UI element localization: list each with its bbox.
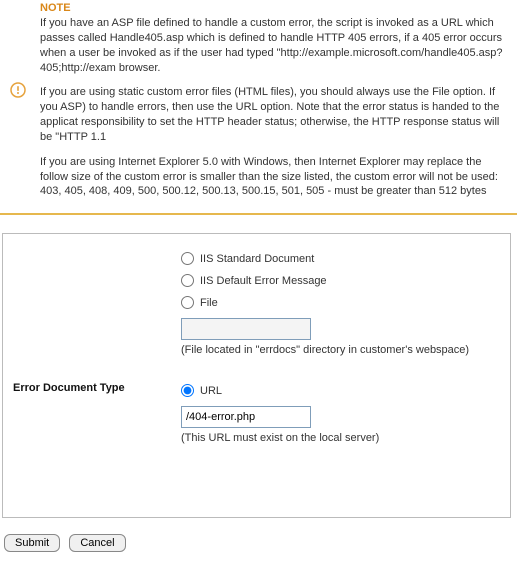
radio-url[interactable] xyxy=(181,384,194,397)
url-input[interactable] xyxy=(181,406,311,428)
error-document-type-label: Error Document Type xyxy=(13,252,181,394)
radio-url-label: URL xyxy=(200,385,222,397)
radio-file-label: File xyxy=(200,297,218,309)
radio-default[interactable] xyxy=(181,274,194,287)
warning-icon xyxy=(10,82,26,98)
radio-row-url[interactable]: URL xyxy=(181,384,500,397)
file-input[interactable] xyxy=(181,318,311,340)
radio-row-file[interactable]: File xyxy=(181,296,500,309)
note-paragraph-1: If you have an ASP file defined to handl… xyxy=(40,16,509,75)
radio-default-label: IIS Default Error Message xyxy=(200,275,327,287)
note-paragraph-2: If you are using static custom error fil… xyxy=(40,85,509,144)
radio-standard[interactable] xyxy=(181,252,194,265)
note-paragraph-3: If you are using Internet Explorer 5.0 w… xyxy=(40,155,509,200)
radio-row-default[interactable]: IIS Default Error Message xyxy=(181,274,500,287)
radio-file[interactable] xyxy=(181,296,194,309)
url-hint: (This URL must exist on the local server… xyxy=(181,432,500,444)
radio-standard-label: IIS Standard Document xyxy=(200,253,314,265)
radio-row-standard[interactable]: IIS Standard Document xyxy=(181,252,500,265)
submit-button[interactable]: Submit xyxy=(4,534,60,552)
note-heading: NOTE xyxy=(40,2,509,14)
form-container: Error Document Type IIS Standard Documen… xyxy=(2,233,511,518)
file-hint: (File located in "errdocs" directory in … xyxy=(181,344,500,356)
cancel-button[interactable]: Cancel xyxy=(69,534,125,552)
button-row: Submit Cancel xyxy=(0,534,517,562)
note-section: NOTE If you have an ASP file defined to … xyxy=(0,0,517,215)
form-options: IIS Standard Document IIS Default Error … xyxy=(181,252,500,444)
